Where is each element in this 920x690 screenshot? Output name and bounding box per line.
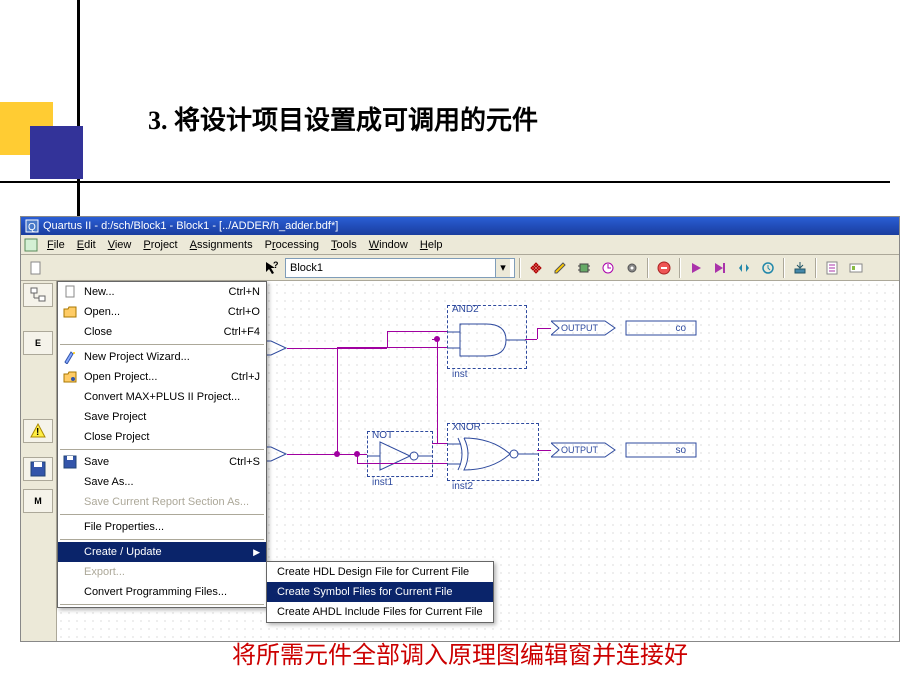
chip-icon[interactable] (573, 257, 595, 279)
analysis-icon[interactable] (709, 257, 731, 279)
menu-convert-max[interactable]: Convert MAX+PLUS II Project... (58, 387, 266, 407)
create-update-submenu: Create HDL Design File for Current File … (266, 561, 494, 623)
gutter-module-icon[interactable]: M (23, 489, 53, 513)
menubar: File Edit View Project Assignments Proce… (21, 235, 899, 255)
settings-icon[interactable] (525, 257, 547, 279)
gutter-save-icon[interactable] (23, 457, 53, 481)
menu-new-wizard[interactable]: New Project Wizard... (58, 347, 266, 367)
menu-export: Export... (58, 562, 266, 582)
menu-create-update[interactable]: Create / Update▶ (58, 542, 266, 562)
not-inst: inst1 (372, 477, 393, 488)
hierarchy-combo[interactable]: Block1 ▾ (285, 258, 515, 278)
menu-convert-prog[interactable]: Convert Programming Files... (58, 582, 266, 602)
gutter-warning-icon[interactable]: ! (23, 419, 53, 443)
decor-blue-box (30, 126, 83, 179)
menu-save[interactable]: SaveCtrl+S (58, 452, 266, 472)
compile-icon[interactable] (685, 257, 707, 279)
menu-project[interactable]: Project (137, 237, 183, 253)
submenu-symbol[interactable]: Create Symbol Files for Current File (267, 582, 493, 602)
wizard-icon (62, 349, 78, 365)
combo-arrow-icon[interactable]: ▾ (495, 259, 510, 277)
wire-node (434, 336, 440, 342)
and2-inst: inst (452, 369, 468, 380)
help-pointer-icon[interactable]: ? (261, 257, 283, 279)
svg-text:?: ? (273, 260, 279, 270)
xnor-label: XNOR (452, 422, 481, 433)
app-icon: Q (25, 219, 39, 233)
output-label-2: OUTPUT (561, 445, 599, 455)
menu-save-current: Save Current Report Section As... (58, 492, 266, 512)
output-so-port[interactable]: OUTPUT so (551, 439, 711, 461)
report-icon[interactable] (821, 257, 843, 279)
menu-processing[interactable]: Processing (259, 237, 325, 253)
left-gutter: E ! M (21, 281, 57, 641)
toolbar: ? Block1 ▾ (21, 255, 899, 281)
open-folder-icon (62, 304, 78, 320)
new-file-icon (62, 284, 78, 300)
wire-node (354, 451, 360, 457)
eda-icon[interactable] (845, 257, 867, 279)
xnor-gate[interactable]: XNOR inst2 (447, 423, 539, 481)
menu-help[interactable]: Help (414, 237, 449, 253)
slide-footer: 将所需元件全部调入原理图编辑窗并连接好 (0, 635, 920, 670)
simulate-icon[interactable] (733, 257, 755, 279)
titlebar: Q Quartus II - d:/sch/Block1 - Block1 - … (21, 217, 899, 235)
menu-assignments[interactable]: Assignments (184, 237, 259, 253)
submenu-ahdl[interactable]: Create AHDL Include Files for Current Fi… (267, 602, 493, 622)
menu-save-as[interactable]: Save As... (58, 472, 266, 492)
output-label: OUTPUT (561, 323, 599, 333)
submenu-hdl[interactable]: Create HDL Design File for Current File (267, 562, 493, 582)
app-window: Q Quartus II - d:/sch/Block1 - Block1 - … (20, 216, 900, 642)
menu-save-project[interactable]: Save Project (58, 407, 266, 427)
and2-label: AND2 (452, 304, 479, 315)
menu-close-project[interactable]: Close Project (58, 427, 266, 447)
svg-text:!: ! (36, 427, 39, 438)
menu-open[interactable]: Open...Ctrl+O (58, 302, 266, 322)
menu-file-props[interactable]: File Properties... (58, 517, 266, 537)
output-co-port[interactable]: OUTPUT co (551, 317, 711, 339)
menu-open-project[interactable]: Open Project...Ctrl+J (58, 367, 266, 387)
combo-value: Block1 (290, 262, 323, 274)
menu-new[interactable]: New...Ctrl+N (58, 282, 266, 302)
timing2-icon[interactable] (757, 257, 779, 279)
pencil-icon[interactable] (549, 257, 571, 279)
menu-window[interactable]: Window (363, 237, 414, 253)
menu-close[interactable]: CloseCtrl+F4 (58, 322, 266, 342)
menu-view[interactable]: View (102, 237, 138, 253)
save-icon (62, 454, 78, 470)
timing-icon[interactable] (597, 257, 619, 279)
toolbar-new-icon[interactable] (25, 257, 47, 279)
not-label: NOT (372, 430, 393, 441)
so-label: so (675, 445, 686, 456)
xnor-inst: inst2 (452, 481, 473, 492)
titlebar-text: Quartus II - d:/sch/Block1 - Block1 - [.… (43, 220, 338, 232)
gutter-entity-icon[interactable]: E (23, 331, 53, 355)
download-icon[interactable] (789, 257, 811, 279)
open-project-icon (62, 369, 78, 385)
menu-tools[interactable]: Tools (325, 237, 363, 253)
gutter-hierarchy-icon[interactable] (23, 283, 53, 307)
window-icon (23, 237, 39, 253)
slide-title: 3. 将设计项目设置成可调用的元件 (148, 100, 538, 137)
svg-text:Q: Q (28, 222, 36, 233)
menu-file[interactable]: File (41, 237, 71, 253)
co-label: co (675, 323, 686, 334)
and2-gate[interactable]: AND2 inst (447, 305, 527, 369)
file-menu-dropdown: New...Ctrl+N Open...Ctrl+O CloseCtrl+F4 … (57, 281, 267, 608)
not-gate[interactable]: NOT inst1 (367, 431, 433, 477)
wire-node (334, 451, 340, 457)
gear-icon[interactable] (621, 257, 643, 279)
menu-edit[interactable]: Edit (71, 237, 102, 253)
stop-icon[interactable] (653, 257, 675, 279)
